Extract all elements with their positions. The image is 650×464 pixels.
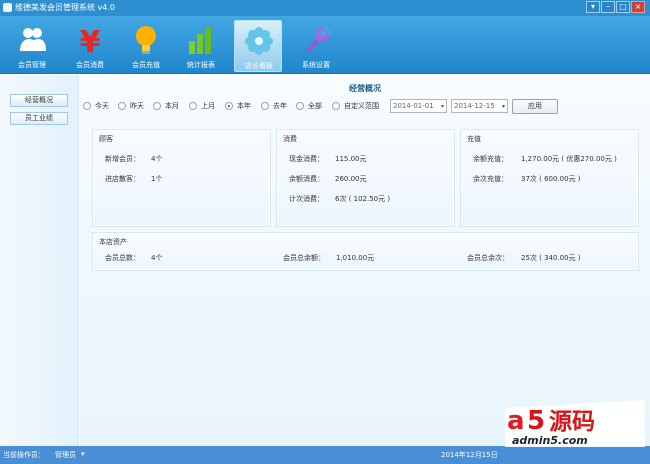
radio-label-yesterday: 昨天 (130, 102, 144, 110)
count-consumption-label: 计次消费： (289, 195, 324, 203)
maximize-button[interactable]: □ (616, 1, 630, 13)
lightbulb-icon (136, 26, 156, 54)
toolbar-label: 店长看板 (245, 62, 273, 70)
operator-label: 当前操作员： (3, 451, 45, 459)
cash-consumption-label: 现金消费： (289, 155, 324, 163)
sidebar-item-business-overview[interactable]: 经营概况 (10, 94, 68, 107)
chevron-down-icon: ▾ (440, 103, 444, 110)
svg-text:admin5.com: admin5.com (512, 434, 588, 447)
members-icon (20, 28, 46, 51)
sidebar-item-staff-performance[interactable]: 员工业绩 (10, 112, 68, 125)
new-members-label: 新增会员： (105, 155, 140, 163)
balance-recharge-label: 余额充值： (473, 155, 508, 163)
balance-consumption-label: 余额消费： (289, 175, 324, 183)
operator-name[interactable]: 管理员 (55, 450, 76, 460)
radio-yesterday[interactable] (118, 102, 126, 110)
member-total-value: 4个 (151, 254, 163, 262)
count-consumption-value: 6次 ( 102.50元 ) (335, 195, 391, 203)
toolbar-label: 统计报表 (187, 61, 215, 69)
main-toolbar: 会员管理 ¥ 会员消费 会员充值 统计报表 店长看板 系统设置 (0, 16, 650, 74)
svg-text:源码: 源码 (549, 409, 595, 435)
wrench-icon (306, 25, 332, 53)
date-from-value: 2014-01-01 (393, 102, 434, 110)
toolbar-label: 会员消费 (76, 61, 104, 69)
title-bar: 维德美发会员管理系统 v4.0 ▾ – □ × (0, 0, 650, 16)
new-members-row: 新增会员： (105, 154, 140, 164)
toolbar-member-recharge[interactable]: 会员充值 (122, 20, 170, 72)
yen-icon: ¥ (80, 25, 101, 55)
radio-label-this-month: 本月 (165, 102, 179, 110)
chevron-down-icon: ▾ (501, 103, 505, 110)
radio-last-year[interactable] (261, 102, 269, 110)
radio-label-last-year: 去年 (273, 102, 287, 110)
member-count-total-label: 会员总余次： (467, 254, 509, 262)
consumption-panel-title: 消费 (283, 135, 297, 143)
toolbar-system-settings[interactable]: 系统设置 (292, 20, 340, 72)
customers-panel-title: 顾客 (99, 135, 113, 143)
svg-text:5: 5 (527, 406, 545, 436)
balance-consumption-value: 260.00元 (335, 175, 367, 183)
toolbar-member-management[interactable]: 会员管理 (8, 20, 56, 72)
walk-in-value: 1个 (151, 175, 163, 183)
svg-text:¥: ¥ (80, 25, 101, 55)
date-to-select[interactable]: 2014-12-15 ▾ (451, 99, 508, 113)
count-recharge-value: 37次 ( 600.00元 ) (521, 175, 581, 183)
radio-this-year[interactable] (225, 102, 233, 110)
toolbar-manager-dashboard[interactable]: 店长看板 (234, 20, 282, 72)
store-assets-panel: 本店资产 会员总数： 4个 会员总余额： 1,010.00元 会员总余次： 25… (92, 232, 639, 271)
radio-label-all: 全部 (308, 102, 322, 110)
flower-icon (245, 27, 273, 55)
radio-custom-range[interactable] (332, 102, 340, 110)
svg-text:a: a (507, 406, 525, 436)
radio-last-month[interactable] (189, 102, 197, 110)
app-icon (3, 3, 12, 12)
radio-label-custom-range: 自定义范围 (344, 102, 379, 110)
date-to-value: 2014-12-15 (454, 102, 495, 110)
date-from-select[interactable]: 2014-01-01 ▾ (390, 99, 447, 113)
chevron-down-icon: ▾ (81, 450, 85, 458)
business-overview-page: 经营概况 今天 昨天 本月 上月 本年 去年 全部 自定义范围 2014-01-… (80, 75, 650, 446)
toolbar-member-consumption[interactable]: ¥ 会员消费 (66, 20, 114, 72)
walk-in-row: 进店散客： (105, 174, 140, 184)
apply-button[interactable]: 应用 (512, 99, 558, 114)
window-title: 维德美发会员管理系统 v4.0 (15, 3, 115, 12)
store-assets-panel-title: 本店资产 (99, 238, 127, 246)
new-members-value: 4个 (151, 155, 163, 163)
radio-today[interactable] (83, 102, 91, 110)
walk-in-label: 进店散客： (105, 175, 140, 183)
recharge-panel: 充值 余额充值： 1,270.00元 ( 优惠270.00元 ) 余次充值： 3… (460, 129, 639, 227)
radio-all[interactable] (296, 102, 304, 110)
consumption-panel: 消费 现金消费： 115.00元 余额消费： 260.00元 计次消费： 6次 … (276, 129, 455, 227)
member-count-total-value: 25次 ( 340.00元 ) (521, 254, 581, 262)
balance-recharge-value: 1,270.00元 ( 优惠270.00元 ) (521, 155, 617, 163)
member-balance-total-label: 会员总余额： (283, 254, 325, 262)
minimize-button[interactable]: – (601, 1, 615, 13)
recharge-panel-title: 充值 (467, 135, 481, 143)
count-recharge-label: 余次充值： (473, 175, 508, 183)
a5-source-watermark-logo: a 5 源码 admin5.com (505, 400, 645, 447)
toolbar-label: 系统设置 (302, 61, 330, 69)
toolbar-label: 会员管理 (18, 61, 46, 69)
bar-chart-icon (189, 28, 211, 54)
sidebar: 经营概况 员工业绩 (0, 75, 79, 446)
radio-label-today: 今天 (95, 102, 109, 110)
cash-consumption-value: 115.00元 (335, 155, 367, 163)
radio-label-this-year: 本年 (237, 102, 251, 110)
member-total-label: 会员总数： (105, 254, 140, 262)
date-filter-row: 今天 昨天 本月 上月 本年 去年 全部 自定义范围 2014-01-01 ▾ … (80, 99, 650, 114)
toolbar-statistics-reports[interactable]: 统计报表 (177, 20, 225, 72)
page-title: 经营概况 (349, 84, 381, 93)
close-button[interactable]: × (631, 1, 645, 13)
current-date: 2014年12月15日 (441, 451, 498, 459)
radio-label-last-month: 上月 (201, 102, 215, 110)
radio-this-month[interactable] (153, 102, 161, 110)
customers-panel: 顾客 新增会员： 4个 进店散客： 1个 (92, 129, 271, 227)
toolbar-label: 会员充值 (132, 61, 160, 69)
window-menu-button[interactable]: ▾ (586, 1, 600, 13)
member-balance-total-value: 1,010.00元 (336, 254, 375, 262)
